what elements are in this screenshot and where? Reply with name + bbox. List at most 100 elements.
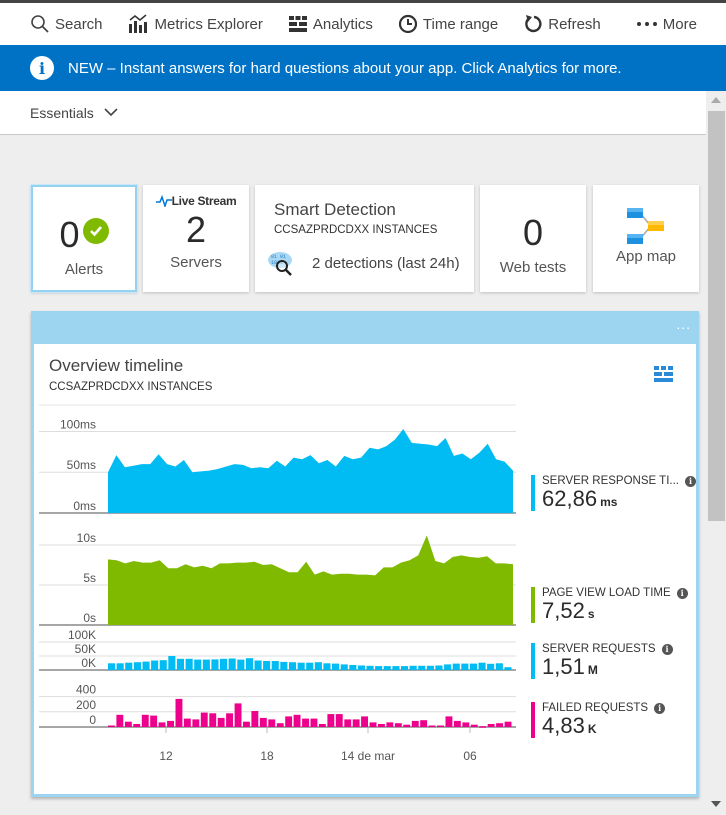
vertical-scrollbar[interactable] bbox=[706, 91, 726, 815]
app-map-icon bbox=[627, 208, 664, 244]
bar bbox=[349, 665, 357, 670]
servers-tile[interactable]: Live Stream 2 Servers bbox=[143, 185, 249, 292]
area-series bbox=[108, 535, 513, 625]
bar bbox=[302, 718, 309, 727]
y-tick-label: 0s bbox=[83, 611, 96, 625]
bar bbox=[426, 665, 434, 670]
bar bbox=[150, 715, 158, 727]
web-tests-tile[interactable]: 0 Web tests bbox=[480, 185, 586, 292]
info-icon[interactable]: i bbox=[661, 643, 673, 655]
metric-server-response-time[interactable]: SERVER RESPONSE TI... i 62,86 ms bbox=[531, 475, 696, 511]
bar bbox=[183, 718, 191, 727]
bar bbox=[158, 722, 166, 727]
bar bbox=[116, 714, 124, 727]
y-tick-label: 50ms bbox=[67, 458, 96, 472]
search-button[interactable]: Search bbox=[30, 14, 103, 34]
info-icon: i bbox=[30, 56, 54, 80]
metric-server-requests[interactable]: SERVER REQUESTS i 1,51 M bbox=[531, 643, 673, 679]
bar bbox=[453, 720, 461, 727]
bar bbox=[237, 659, 245, 670]
smart-detection-tile[interactable]: Smart Detection CCSAZPRDCDXX INSTANCES 0… bbox=[255, 185, 474, 292]
metrics-explorer-button[interactable]: Metrics Explorer bbox=[128, 14, 263, 34]
bar bbox=[151, 660, 159, 670]
analytics-button[interactable]: Analytics bbox=[288, 15, 373, 33]
check-circle-icon bbox=[82, 218, 109, 244]
bar bbox=[226, 713, 233, 727]
bar bbox=[420, 720, 428, 727]
metric-page-view-load-time[interactable]: PAGE VIEW LOAD TIME i 7,52 s bbox=[531, 587, 688, 623]
servers-count: 2 bbox=[185, 209, 207, 250]
more-dots-icon bbox=[636, 22, 657, 26]
info-icon[interactable]: i bbox=[654, 702, 666, 714]
x-tick-label: 12 bbox=[159, 749, 173, 763]
x-tick-label: 18 bbox=[260, 749, 274, 763]
metric-value: 4,83 bbox=[542, 713, 585, 738]
servers-label: Servers bbox=[170, 254, 222, 271]
alerts-tile[interactable]: 0 Alerts bbox=[31, 185, 137, 292]
bar bbox=[259, 717, 267, 727]
web-tests-count: 0 bbox=[522, 212, 544, 253]
time-range-button[interactable]: Time range bbox=[398, 14, 498, 34]
bar bbox=[116, 663, 124, 670]
metric-unit: ms bbox=[600, 495, 618, 509]
bar bbox=[133, 662, 141, 670]
bar bbox=[335, 714, 343, 727]
bar bbox=[125, 662, 133, 670]
metric-color-bar bbox=[531, 643, 535, 679]
bar bbox=[386, 722, 394, 727]
bar bbox=[234, 703, 242, 727]
bar bbox=[176, 658, 184, 670]
app-map-tile[interactable]: App map bbox=[593, 185, 699, 292]
bar bbox=[276, 723, 284, 727]
bar bbox=[401, 666, 409, 670]
bar bbox=[263, 661, 271, 670]
bar bbox=[383, 666, 391, 670]
bar bbox=[394, 723, 402, 727]
bar bbox=[285, 716, 293, 727]
y-tick-label: 50K bbox=[75, 642, 96, 656]
bar bbox=[361, 716, 368, 727]
overview-timeline-panel[interactable]: ... Overview timeline CCSAZPRDCDXX INSTA… bbox=[31, 311, 699, 797]
y-tick-label: 5s bbox=[83, 571, 96, 585]
bar bbox=[293, 714, 301, 727]
bar bbox=[168, 656, 176, 670]
refresh-button[interactable]: Refresh bbox=[523, 14, 601, 34]
bar bbox=[251, 711, 259, 727]
bar bbox=[411, 720, 419, 727]
metric-unit: s bbox=[587, 607, 595, 621]
bar bbox=[323, 663, 331, 670]
scroll-down-arrow-icon[interactable] bbox=[711, 801, 721, 807]
bar bbox=[478, 662, 486, 670]
bar bbox=[217, 717, 225, 727]
bar bbox=[332, 663, 340, 670]
panel-more-menu-icon[interactable]: ... bbox=[676, 316, 691, 332]
scrollbar-thumb[interactable] bbox=[708, 111, 725, 521]
info-icon[interactable]: i bbox=[684, 475, 696, 487]
metric-unit: K bbox=[587, 722, 597, 736]
bar bbox=[445, 716, 453, 727]
essentials-toggle[interactable]: Essentials bbox=[0, 91, 706, 135]
info-icon[interactable]: i bbox=[676, 587, 688, 599]
bar bbox=[200, 712, 208, 727]
bar bbox=[366, 665, 374, 670]
more-button[interactable]: More bbox=[636, 16, 697, 33]
bar bbox=[375, 666, 383, 670]
bar bbox=[167, 720, 174, 727]
smart-detection-title: Smart Detection bbox=[274, 200, 396, 219]
bar bbox=[495, 663, 503, 670]
bar bbox=[392, 666, 400, 670]
scroll-up-arrow-icon[interactable] bbox=[711, 97, 721, 103]
y-tick-label: 0K bbox=[81, 656, 96, 670]
bar bbox=[209, 713, 217, 727]
bar bbox=[108, 725, 115, 727]
bar bbox=[243, 721, 250, 727]
banner-text: NEW – Instant answers for hard questions… bbox=[68, 59, 622, 77]
smart-detection-subtitle: CCSAZPRDCDXX INSTANCES bbox=[274, 224, 438, 236]
bar bbox=[297, 662, 305, 670]
bar bbox=[175, 698, 183, 727]
smart-detection-icon: 01 01 1011 bbox=[268, 252, 292, 276]
bar bbox=[318, 724, 326, 727]
metric-failed-requests[interactable]: FAILED REQUESTS i 4,83 K bbox=[531, 702, 666, 738]
clock-icon bbox=[398, 14, 418, 34]
analytics-announcement-banner[interactable]: i NEW – Instant answers for hard questio… bbox=[0, 45, 726, 91]
